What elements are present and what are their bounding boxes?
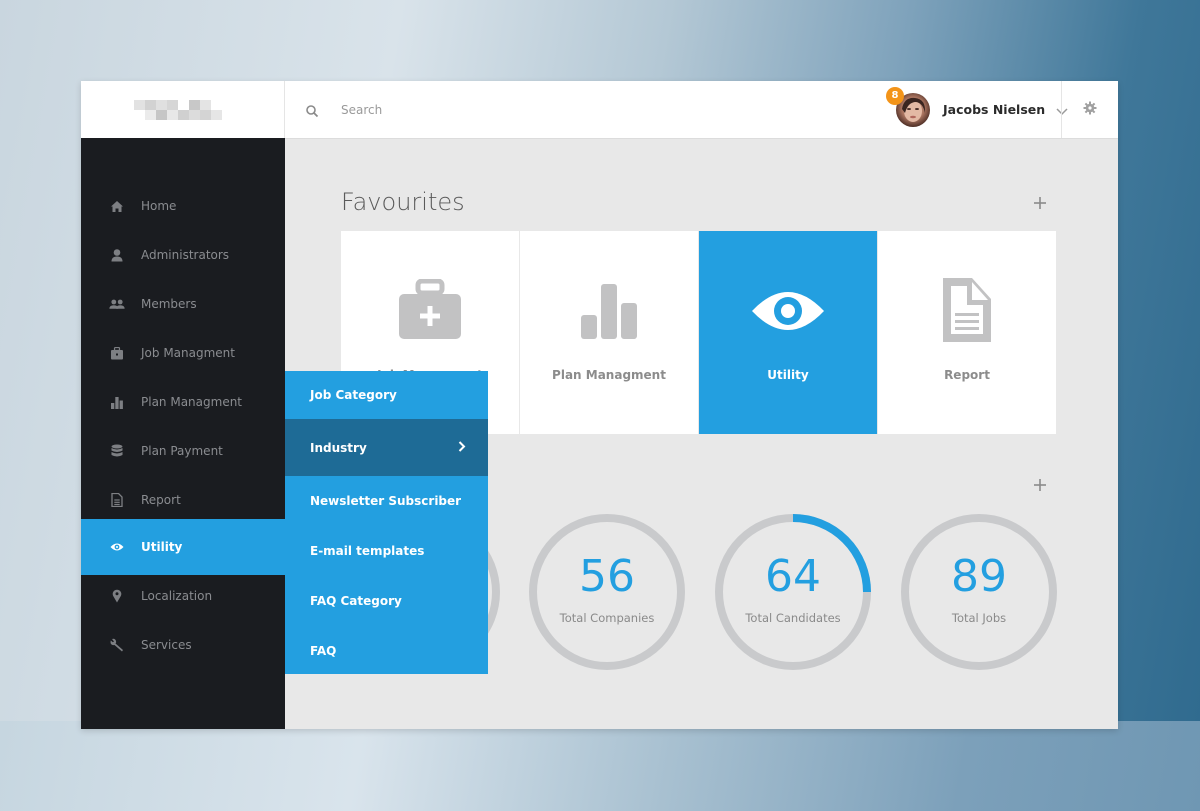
submenu-item-label: Newsletter Subscriber xyxy=(310,494,462,508)
favourite-tile-plan-managment[interactable]: Plan Managment xyxy=(520,231,698,434)
map-pin-icon xyxy=(109,588,125,604)
sidebar-item-label: Localization xyxy=(141,589,213,603)
sidebar-item-label: Job Managment xyxy=(141,346,235,360)
sidebar-item-label: Plan Managment xyxy=(141,395,243,409)
submenu-item-email-templates[interactable]: E-mail templates xyxy=(285,526,488,576)
sidebar-item-plan-managment[interactable]: Plan Managment xyxy=(81,374,285,430)
app-window: 8 Jacobs Nielsen xyxy=(81,81,1118,729)
sidebar-item-home[interactable]: Home xyxy=(81,178,285,234)
search-icon[interactable] xyxy=(305,103,319,117)
sidebar-item-utility[interactable]: Utility xyxy=(81,519,285,575)
top-bar: 8 Jacobs Nielsen xyxy=(81,81,1118,139)
submenu-item-label: Job Category xyxy=(310,388,397,402)
notification-badge[interactable]: 8 xyxy=(886,86,904,105)
sidebar-item-label: Home xyxy=(141,199,177,213)
submenu-item-industry[interactable]: Industry xyxy=(285,419,488,476)
stat-label: Total Companies xyxy=(559,611,655,625)
wrench-icon xyxy=(109,637,125,653)
sidebar-item-administrators[interactable]: Administrators xyxy=(81,227,285,283)
favourite-label: Plan Managment xyxy=(552,368,666,382)
submenu-item-newsletter-subscriber[interactable]: Newsletter Subscriber xyxy=(285,476,488,526)
submenu-item-label: FAQ Category xyxy=(310,594,402,608)
bar-chart-icon xyxy=(580,283,638,345)
search-bar xyxy=(285,81,785,138)
sidebar-item-label: Administrators xyxy=(141,248,230,262)
sidebar-item-label: Report xyxy=(141,493,181,507)
gear-icon xyxy=(1083,100,1097,119)
add-stat-button[interactable] xyxy=(1033,477,1047,491)
stat-value: 89 xyxy=(951,551,1007,602)
sidebar-item-localization[interactable]: Localization xyxy=(81,568,285,624)
eye-icon xyxy=(109,539,125,555)
submenu-item-label: Industry xyxy=(310,440,367,455)
sidebar-item-members[interactable]: Members xyxy=(81,276,285,332)
sidebar: Home Administrators Members Job Managmen… xyxy=(81,138,285,729)
user-icon xyxy=(109,247,125,263)
logo[interactable] xyxy=(81,81,285,138)
favourite-tile-utility[interactable]: Utility xyxy=(699,231,877,434)
briefcase-icon xyxy=(109,345,125,361)
favourite-label: Utility xyxy=(767,368,809,382)
stat-label: Total Jobs xyxy=(951,611,1007,625)
stat-value: 64 xyxy=(765,551,821,602)
sidebar-item-job-managment[interactable]: Job Managment xyxy=(81,325,285,381)
submenu-item-label: FAQ xyxy=(310,644,337,658)
eye-icon xyxy=(751,287,825,339)
stat-card-total-companies: 56 Total Companies xyxy=(528,513,686,671)
sidebar-item-services[interactable]: Services xyxy=(81,617,285,673)
sidebar-item-label: Utility xyxy=(141,540,183,554)
settings-button[interactable] xyxy=(1061,81,1118,138)
sidebar-item-label: Services xyxy=(141,638,192,652)
stat-label: Total Candidates xyxy=(745,611,841,625)
submenu-item-job-category[interactable]: Job Category xyxy=(285,371,488,419)
database-icon xyxy=(109,443,125,459)
home-icon xyxy=(109,198,125,214)
sidebar-item-label: Plan Payment xyxy=(141,444,223,458)
utility-submenu: Job Category Industry Newsletter Subscri… xyxy=(285,371,488,674)
bar-chart-icon xyxy=(109,394,125,410)
first-aid-kit-icon xyxy=(399,278,461,345)
background-bottom xyxy=(0,721,1200,811)
document-icon xyxy=(942,277,992,347)
stat-value: 56 xyxy=(579,551,635,602)
favourite-tile-report[interactable]: Report xyxy=(878,231,1056,434)
stat-card-total-candidates: 64 Total Candidates xyxy=(714,513,872,671)
user-menu[interactable]: 8 Jacobs Nielsen xyxy=(886,81,1069,138)
user-name[interactable]: Jacobs Nielsen xyxy=(943,102,1045,117)
avatar[interactable]: 8 xyxy=(886,86,930,127)
sidebar-item-plan-payment[interactable]: Plan Payment xyxy=(81,423,285,479)
stat-card-total-jobs: 89 Total Jobs xyxy=(900,513,1058,671)
submenu-item-faq[interactable]: FAQ xyxy=(285,626,488,676)
favourite-label: Report xyxy=(944,368,990,382)
add-favourite-button[interactable] xyxy=(1033,195,1047,209)
document-icon xyxy=(109,492,125,508)
search-input[interactable] xyxy=(339,101,643,118)
favourites-title: Favourites xyxy=(341,188,465,216)
users-icon xyxy=(109,296,125,312)
submenu-item-faq-category[interactable]: FAQ Category xyxy=(285,576,488,626)
submenu-item-label: E-mail templates xyxy=(310,544,425,558)
chevron-right-icon xyxy=(458,440,466,455)
sidebar-item-label: Members xyxy=(141,297,197,311)
